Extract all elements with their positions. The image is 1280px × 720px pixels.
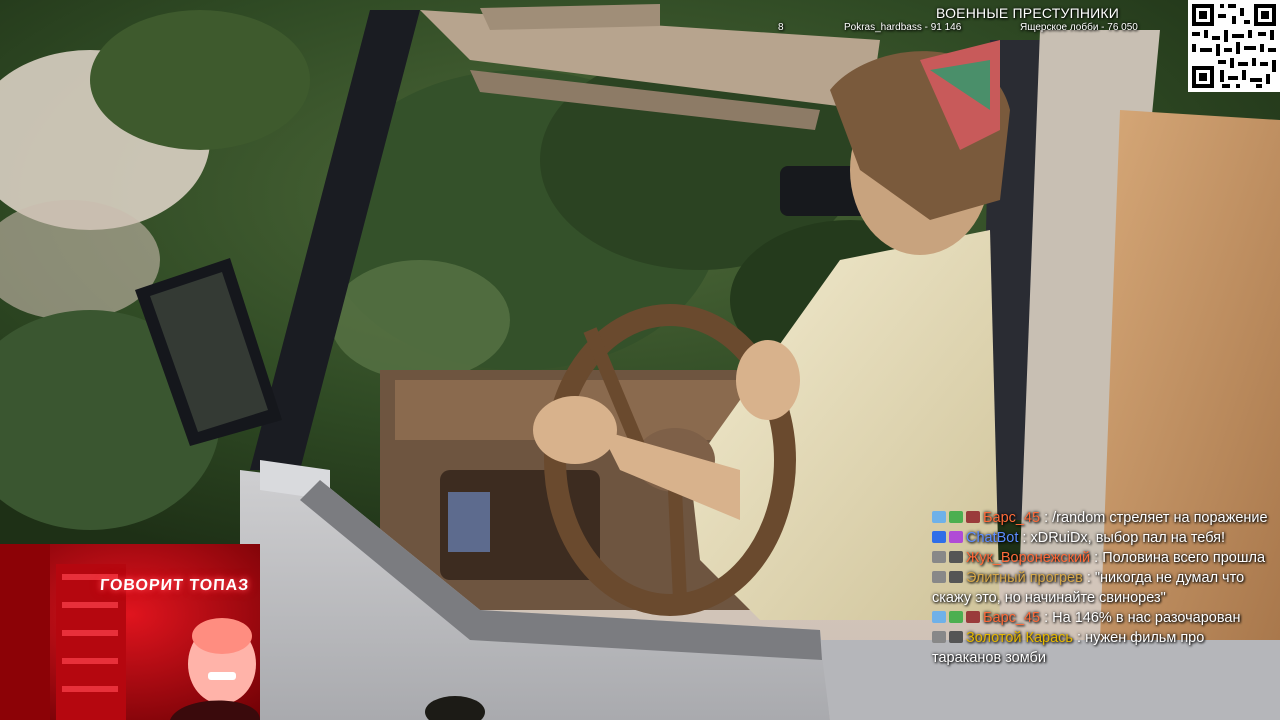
scoreboard-count: 8 [778, 22, 784, 33]
webcam-feed [0, 544, 260, 720]
chat-text: /random стреляет на поражение [1052, 510, 1268, 526]
chat-message: Золотой Карась: нужен фильм про таракано… [932, 630, 1205, 666]
chat-text: xDRuiDx, выбор пал на тебя! [1030, 530, 1226, 546]
qr-code [1188, 0, 1280, 92]
bot-badge-icon [932, 531, 946, 543]
chat-text: Половина всего прошла [1102, 550, 1266, 566]
scoreboard-entry: Pokras_hardbass - 91 146 [844, 22, 962, 33]
chat-username: Элитный прогрев [966, 570, 1083, 586]
scoreboard-title: ВОЕННЫЕ ПРЕСТУПНИКИ [936, 5, 1120, 21]
chat-username: Барс_45 [983, 610, 1041, 626]
sub-badge-icon [966, 611, 980, 623]
chat-username: ChatBot [966, 530, 1019, 546]
sub-badge-icon [949, 551, 963, 563]
chat-message: Жук_Воронежский: Половина всего прошла [930, 548, 1272, 568]
chat-text: На 146% в нас разочарован [1052, 610, 1241, 626]
chat-message: Барс_45: На 146% в нас разочарован [930, 608, 1272, 628]
webcam-neon-sign: ГОВОРИТ ТОПАЗ [99, 577, 250, 594]
chat-message: ChatBot: xDRuiDx, выбор пал на тебя! [930, 528, 1272, 548]
verified-badge-icon [949, 511, 963, 523]
chat-username: Барс_45 [983, 510, 1041, 526]
prime-badge-icon [932, 611, 946, 623]
verified-badge-icon [949, 611, 963, 623]
prime-badge-icon [932, 511, 946, 523]
scoreboard: ВОЕННЫЕ ПРЕСТУПНИКИ 8 Pokras_hardbass - … [760, 4, 1180, 44]
sub-badge-icon [949, 631, 963, 643]
gift-badge-icon [932, 551, 946, 563]
gift-badge-icon [932, 631, 946, 643]
sub-badge-icon [966, 511, 980, 523]
chat-username: Золотой Карась [966, 630, 1073, 646]
chat-message: Барс_45: /random стреляет на поражение [930, 508, 1272, 528]
sub-badge-icon [949, 571, 963, 583]
scoreboard-entry: Ящерское лобби - 76 050 [1020, 22, 1138, 33]
chat-message: Элитный прогрев: "никогда не думал что с… [932, 570, 1245, 606]
space-invader-badge-icon [949, 531, 963, 543]
chat-username: Жук_Воронежский [966, 550, 1091, 566]
gift-badge-icon [932, 571, 946, 583]
chat-overlay: Барс_45: /random стреляет на поражение C… [930, 508, 1272, 720]
